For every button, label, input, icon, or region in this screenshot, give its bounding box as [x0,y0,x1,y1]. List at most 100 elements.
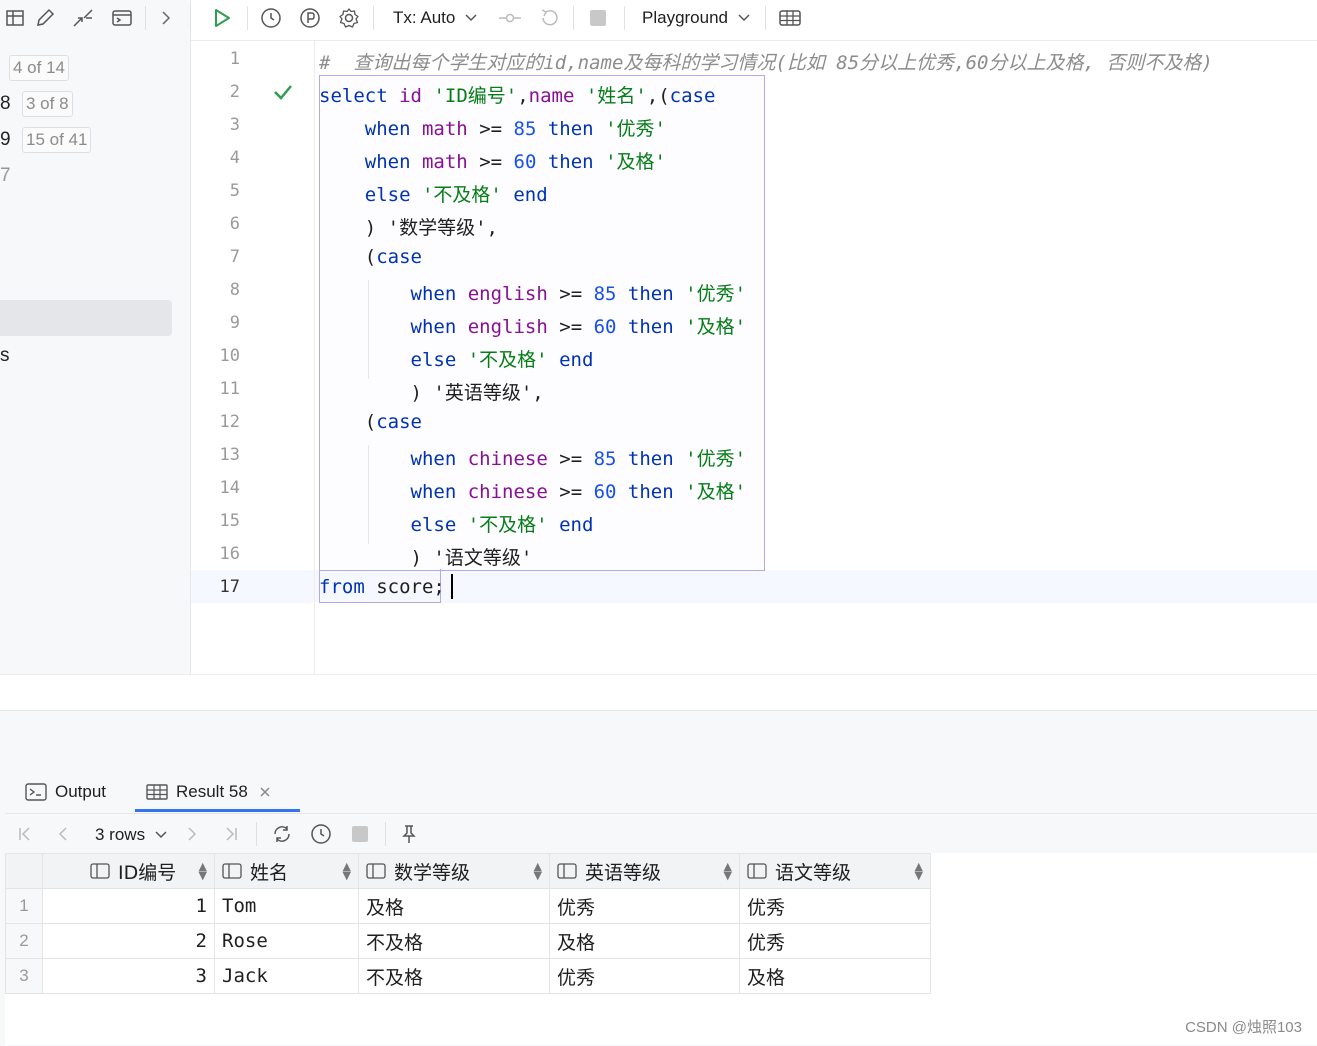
next-page-icon[interactable] [177,820,207,848]
code-line: when chinese >= 60 then '及格' [410,481,747,503]
watermark: CSDN @烛照103 [1185,1019,1302,1036]
line-number: 6 [229,214,240,234]
sort-icon: ▲ ▼ [723,860,732,882]
result-tabs: Output Result 58 [5,772,1317,812]
first-page-icon[interactable] [10,820,40,848]
column-icon [222,863,242,879]
rows-dropdown[interactable]: 3 rows [95,825,168,845]
stop-icon[interactable] [583,4,613,32]
code-line: (case [319,246,422,268]
line-number: 7 [229,247,240,267]
code-line: when english >= 85 then '优秀' [410,283,747,305]
table-row[interactable]: 2 2 Rose 不及格 及格 优秀 [5,923,931,959]
history-icon[interactable] [256,4,286,32]
column-icon [747,863,767,879]
prev-page-icon[interactable] [48,820,78,848]
stop-icon[interactable] [345,820,375,848]
line-number: 14 [219,478,240,498]
pin-icon[interactable] [394,820,424,848]
commit-icon[interactable] [495,4,525,32]
close-icon [260,787,270,797]
table-view-icon[interactable] [775,4,805,32]
left-side-panel: 4 of 14 8 3 of 8 9 15 of 41 7 s [0,0,191,710]
cell-name[interactable]: Tom [214,888,359,924]
edge-text: 9 [0,129,11,150]
cell-chinese-grade[interactable]: 及格 [739,958,931,994]
line-number: 2 [229,82,240,102]
cell-chinese-grade[interactable]: 优秀 [739,888,931,924]
line-number-current: 17 [219,577,240,597]
line-number: 5 [229,181,240,201]
code-line: when english >= 60 then '及格' [410,316,747,338]
match-counter: 3 of 8 [22,91,73,117]
line-number: 8 [229,280,240,300]
transaction-mode-dropdown[interactable]: Tx: Auto [393,8,478,28]
cell-name[interactable]: Rose [214,923,359,959]
last-page-icon[interactable] [216,820,246,848]
cell-math-grade[interactable]: 及格 [358,888,550,924]
check-icon [272,82,294,107]
explain-plan-icon[interactable] [295,4,325,32]
code-line: else '不及格' end [364,184,548,206]
line-number: 3 [229,115,240,135]
run-icon[interactable] [207,4,237,32]
cell-english-grade[interactable]: 及格 [549,923,740,959]
code-line: (case [319,411,422,433]
code-line: ) '语文等级' [319,547,533,569]
line-number: 1 [229,49,240,69]
edge-text: s [0,345,10,366]
column-header[interactable]: ID编号 ▲ ▼ [42,853,215,889]
column-icon [90,863,110,879]
column-icon [366,863,386,879]
line-number: 10 [219,346,240,366]
cell-english-grade[interactable]: 优秀 [549,888,740,924]
cell-math-grade[interactable]: 不及格 [358,923,550,959]
cell-id[interactable]: 1 [42,888,215,924]
cell-english-grade[interactable]: 优秀 [549,958,740,994]
edge-text: 8 [0,93,11,114]
cell-chinese-grade[interactable]: 优秀 [739,923,931,959]
match-counter: 15 of 41 [22,127,92,153]
console-icon[interactable] [107,4,137,32]
column-header[interactable]: 英语等级 ▲ ▼ [549,853,740,889]
code-line: when chinese >= 85 then '优秀' [410,448,747,470]
rollback-icon[interactable] [534,4,564,32]
history-icon[interactable] [306,820,336,848]
table-row[interactable]: 3 3 Jack 不及格 优秀 及格 [5,958,931,994]
chevron-down-icon [155,831,167,839]
chevron-down-icon [738,14,750,22]
code-line: else '不及格' end [410,349,594,371]
code-line: else '不及格' end [410,514,594,536]
result-grid: ID编号 ▲ ▼ 姓名 ▲ ▼ 数学等级 ▲ ▼ 英语等级 ▲ ▼ 语文等级 ▲ ▼ 1 1 Tom… [5,853,1317,1045]
column-header[interactable]: 数学等级 ▲ ▼ [358,853,550,889]
refresh-icon[interactable] [267,820,297,848]
cell-id[interactable]: 2 [42,923,215,959]
match-counter: 4 of 14 [9,55,69,81]
edge-text: 7 [0,165,11,186]
chevron-right-icon[interactable] [151,4,181,32]
playground-dropdown[interactable]: Playground [642,8,751,28]
code-line: when math >= 85 then '优秀' [364,118,666,140]
table-row[interactable]: 1 1 Tom 及格 优秀 优秀 [5,888,931,924]
code-line: ) '数学等级', [319,217,498,239]
row-number-header [5,853,43,889]
editor-toolbar: Tx: Auto Playground [0,0,1317,38]
tab-result[interactable]: Result 58 [146,772,272,812]
settings-gear-icon[interactable] [334,4,364,32]
cell-id[interactable]: 3 [42,958,215,994]
code-line: from score; [319,576,445,598]
row-number: 3 [5,958,43,994]
cell-math-grade[interactable]: 不及格 [358,958,550,994]
table-icon[interactable] [0,4,30,32]
tab-output[interactable]: Output [25,772,106,812]
column-header[interactable]: 语文等级 ▲ ▼ [739,853,931,889]
table-icon [146,784,168,800]
jump-icon[interactable] [68,4,98,32]
cell-name[interactable]: Jack [214,958,359,994]
line-number: 15 [219,511,240,531]
edit-icon[interactable] [30,4,60,32]
grid-toolbar: 3 rows [5,813,1317,855]
column-header[interactable]: 姓名 ▲ ▼ [214,853,359,889]
row-number: 2 [5,923,43,959]
selected-tree-item[interactable] [0,300,172,336]
